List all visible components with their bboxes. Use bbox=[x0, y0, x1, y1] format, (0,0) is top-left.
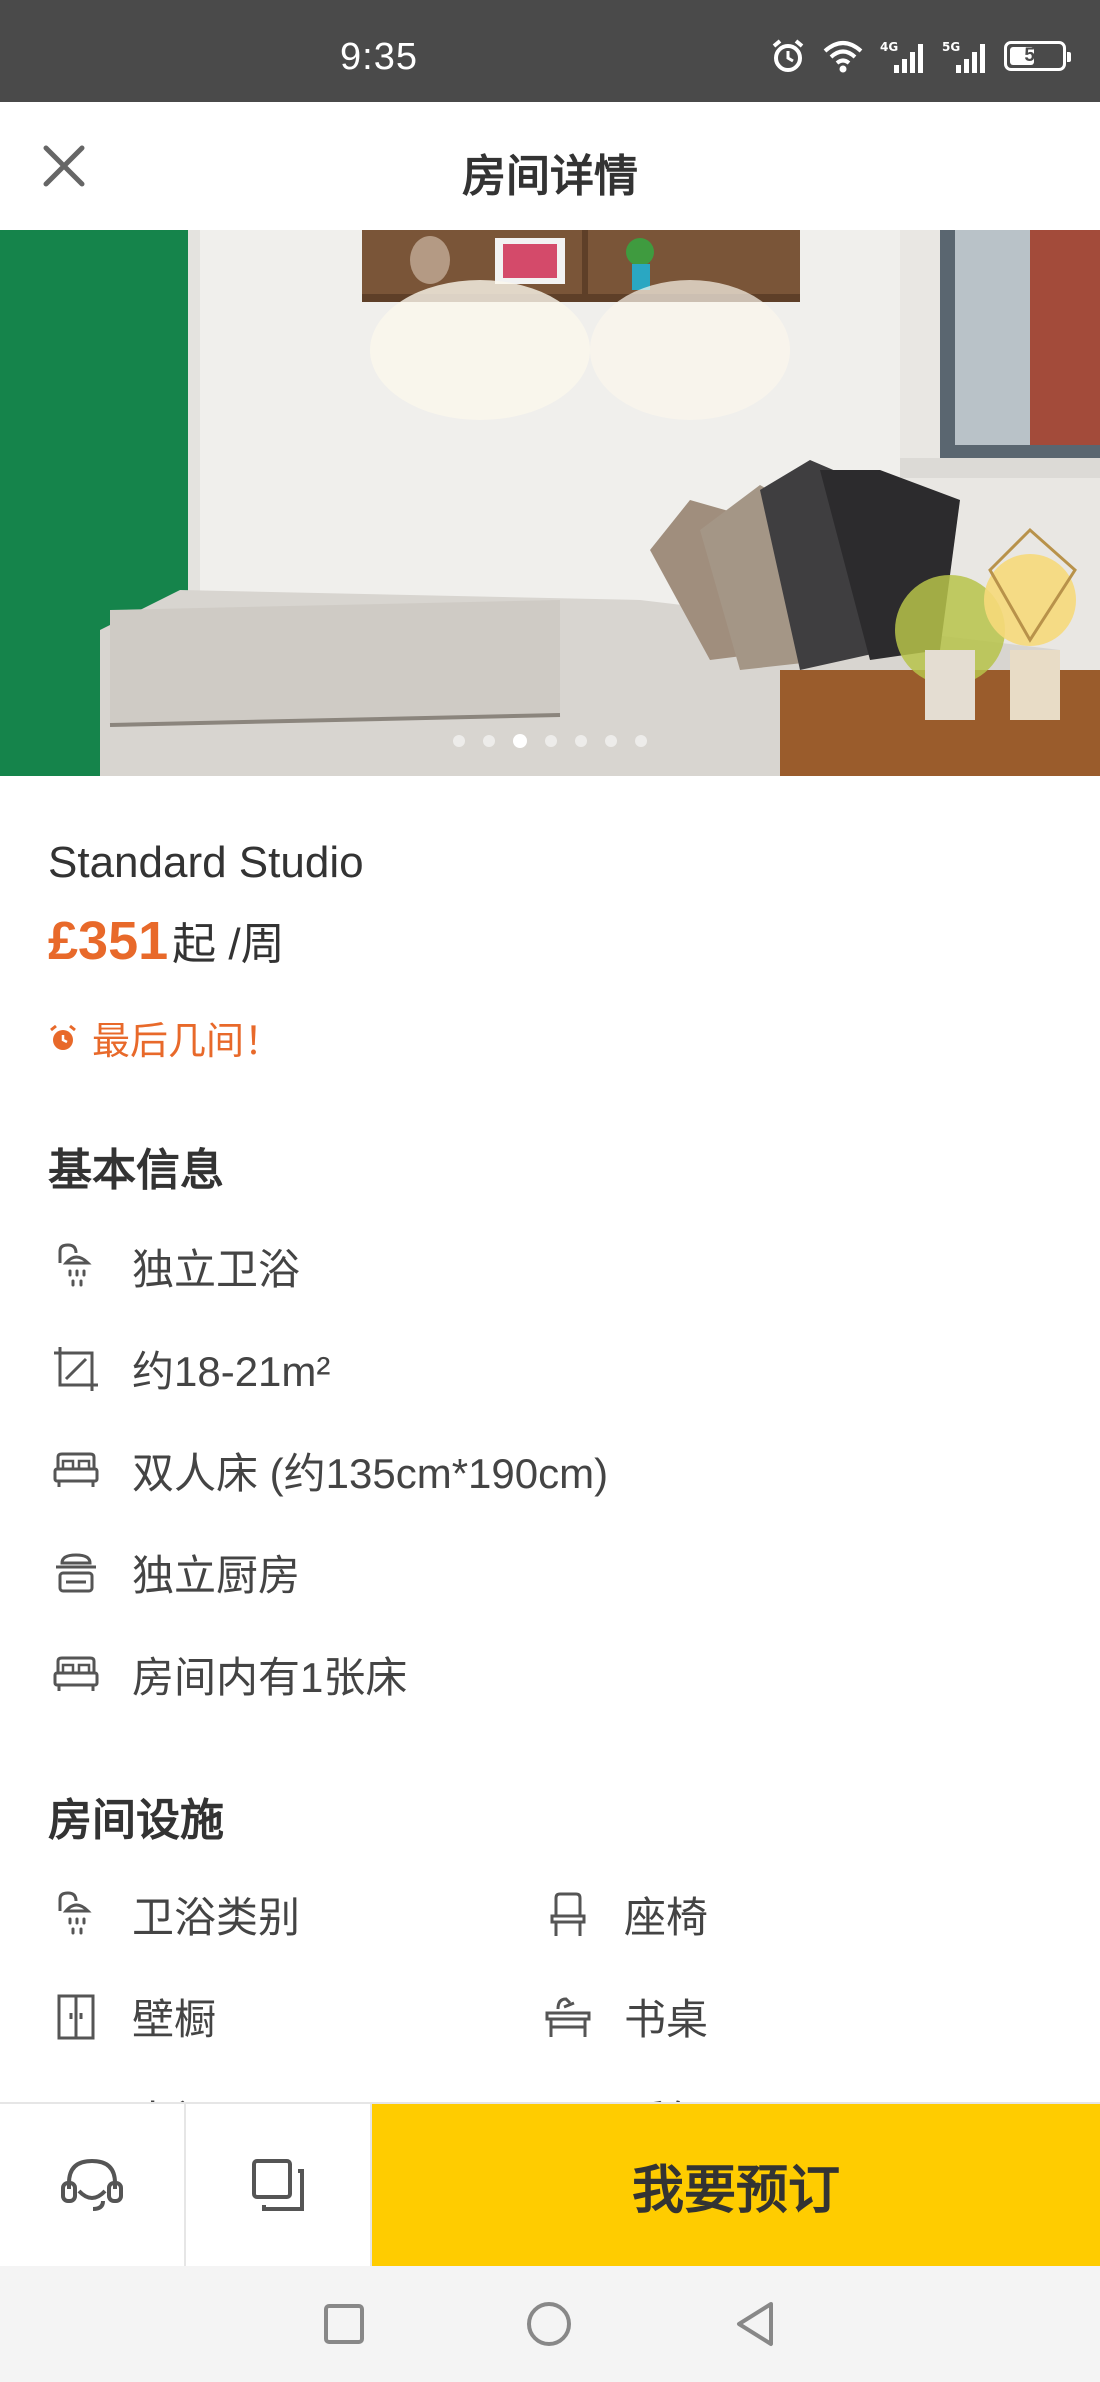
info-item-kitchen: 独立厨房 bbox=[48, 1542, 300, 1603]
chair-icon bbox=[540, 1887, 596, 1943]
info-text: 房间内有1张床 bbox=[132, 1654, 408, 1701]
facility-text: 卫浴类别 bbox=[132, 1894, 301, 1941]
header: 房间详情 bbox=[0, 102, 1100, 230]
info-text: 独立厨房 bbox=[132, 1552, 301, 1599]
svg-text:5G: 5G bbox=[942, 40, 960, 54]
system-nav-bar bbox=[0, 2266, 1100, 2382]
price-line: £351 起 /周 bbox=[48, 908, 285, 972]
wardrobe-icon bbox=[48, 1989, 104, 2045]
info-text: 约18-21m² bbox=[132, 1348, 331, 1395]
facility-text: 书桌 bbox=[624, 1996, 709, 2043]
facilities-title: 房间设施 bbox=[48, 1796, 224, 1845]
carousel-dot[interactable] bbox=[483, 735, 495, 747]
bed-icon bbox=[48, 1647, 104, 1703]
page-title: 房间详情 bbox=[462, 152, 638, 201]
info-item-area: 约18-21m² bbox=[48, 1338, 330, 1399]
signal-5g-icon: 5G bbox=[942, 39, 988, 73]
customer-service-button[interactable] bbox=[0, 2104, 186, 2266]
room-photo bbox=[0, 230, 1100, 776]
desk-icon bbox=[540, 1989, 596, 2045]
alarm-clock-icon bbox=[50, 1024, 76, 1050]
urgency-text: 最后几间！ bbox=[92, 1021, 283, 1063]
price-unit: 起 /周 bbox=[172, 920, 285, 969]
facility-item-wardrobe: 壁橱 bbox=[48, 1986, 216, 2047]
info-item-bathroom: 独立卫浴 bbox=[48, 1236, 300, 1297]
status-bar: 9:35 4G 5G 51 bbox=[0, 0, 1100, 102]
svg-text:4G: 4G bbox=[880, 40, 898, 54]
signal-4g-icon: 4G bbox=[880, 39, 926, 73]
battery-level: 51 bbox=[1024, 45, 1046, 66]
battery-icon: 51 bbox=[1004, 41, 1071, 71]
room-price: £351 bbox=[48, 911, 169, 971]
status-icons: 4G 5G 51 bbox=[770, 38, 1071, 74]
shower-icon bbox=[48, 1239, 104, 1295]
info-item-bed-count: 房间内有1张床 bbox=[48, 1644, 407, 1705]
back-icon[interactable] bbox=[733, 2300, 777, 2348]
info-text: 独立卫浴 bbox=[132, 1246, 301, 1293]
headset-icon bbox=[61, 2158, 123, 2211]
bottom-action-bar: 我要预订 bbox=[0, 2102, 1100, 2266]
room-name: Standard Studio bbox=[48, 838, 364, 887]
copy-icon bbox=[252, 2159, 304, 2211]
facility-item-bathroom-type: 卫浴类别 bbox=[48, 1884, 300, 1945]
status-time: 9:35 bbox=[340, 36, 418, 78]
recent-apps-icon[interactable] bbox=[323, 2303, 365, 2345]
home-icon[interactable] bbox=[525, 2300, 573, 2348]
carousel-dot[interactable] bbox=[453, 735, 465, 747]
carousel-dot[interactable] bbox=[545, 735, 557, 747]
carousel-dot[interactable] bbox=[635, 735, 647, 747]
carousel-dots bbox=[0, 734, 1100, 748]
facility-text: 壁橱 bbox=[132, 1996, 217, 2043]
basic-info-title: 基本信息 bbox=[48, 1146, 224, 1195]
bed-icon bbox=[48, 1443, 104, 1499]
book-now-button[interactable]: 我要预订 bbox=[372, 2104, 1100, 2266]
urgency-badge: 最后几间！ bbox=[48, 1010, 282, 1065]
kitchen-icon bbox=[48, 1545, 104, 1601]
room-photo-carousel[interactable] bbox=[0, 230, 1100, 776]
wifi-icon bbox=[822, 39, 864, 73]
facility-item-chair: 座椅 bbox=[540, 1884, 708, 1945]
shower-icon bbox=[48, 1887, 104, 1943]
facility-text: 座椅 bbox=[624, 1894, 709, 1941]
carousel-dot[interactable] bbox=[513, 734, 527, 748]
area-icon bbox=[48, 1341, 104, 1397]
carousel-dot[interactable] bbox=[605, 735, 617, 747]
info-item-bed-size: 双人床 (约135cm*190cm) bbox=[48, 1440, 608, 1501]
info-text: 双人床 (约135cm*190cm) bbox=[132, 1450, 609, 1497]
facility-item-desk: 书桌 bbox=[540, 1986, 708, 2047]
alarm-icon bbox=[770, 38, 806, 74]
compare-button[interactable] bbox=[186, 2104, 372, 2266]
carousel-dot[interactable] bbox=[575, 735, 587, 747]
